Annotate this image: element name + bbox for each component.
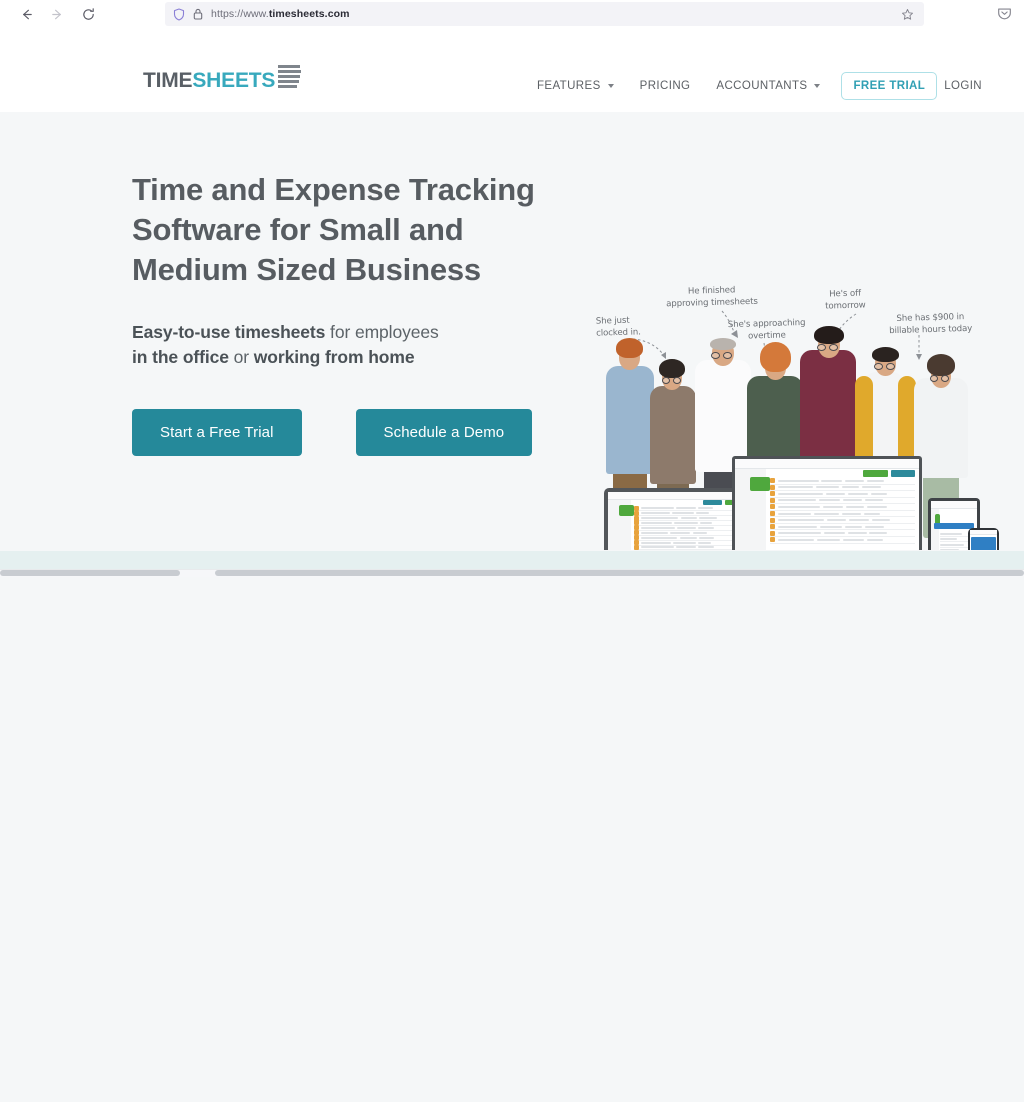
nav-item-pricing-label: PRICING — [639, 80, 691, 92]
star-icon[interactable] — [901, 8, 914, 21]
site-logo[interactable]: TIMESHEETS — [143, 64, 302, 91]
annotation-off-tomorrow: He's off tomorrow — [825, 288, 866, 312]
hero-subheadline: Easy-to-use timesheets for employees in … — [132, 320, 562, 370]
logo-text: TIMESHEETS — [143, 70, 275, 91]
timer-widget — [749, 476, 770, 492]
pocket-icon[interactable] — [997, 6, 1012, 21]
url-prefix: https://www. — [211, 8, 269, 20]
login-link[interactable]: LOGIN — [944, 80, 984, 92]
free-trial-button[interactable]: FREE TRIAL — [841, 72, 938, 100]
monitor-screen — [732, 456, 922, 550]
forward-arrow-icon[interactable] — [49, 6, 66, 23]
subhead-bold-1: Easy-to-use timesheets — [132, 322, 326, 342]
primary-navigation: FEATURES PRICING ACCOUNTANTS FREE TRIAL … — [524, 72, 984, 100]
chevron-down-icon — [814, 84, 821, 88]
subhead-plain-2: or — [228, 347, 254, 367]
timer-widget — [619, 505, 635, 517]
lock-icon[interactable] — [193, 8, 203, 20]
nav-item-pricing[interactable]: PRICING — [627, 80, 704, 92]
nav-item-accountants[interactable]: ACCOUNTANTS — [703, 80, 833, 92]
app-action-chips — [770, 470, 916, 477]
next-section-background — [0, 550, 1024, 1102]
stacked-paper-icon — [278, 64, 302, 94]
app-action-chips — [634, 500, 744, 506]
logo-text-sheets: SHEETS — [192, 69, 276, 92]
laptop-screen — [604, 488, 750, 550]
mint-section-band — [0, 551, 1024, 571]
app-topbar — [970, 530, 997, 535]
nav-item-accountants-label: ACCOUNTANTS — [716, 80, 808, 92]
app-topbar — [735, 459, 919, 470]
phone-app-ui — [970, 530, 997, 550]
annotation-approving-timesheets: He finished approving timesheets — [666, 285, 758, 309]
app-data-table — [769, 478, 916, 550]
reload-icon[interactable] — [80, 6, 97, 23]
highlight-row — [933, 522, 975, 529]
nav-item-features[interactable]: FEATURES — [524, 80, 627, 92]
browser-toolbar: https://www.timesheets.com — [0, 0, 1024, 28]
subhead-bold-3: working from home — [253, 347, 415, 367]
desktop-monitor-mockup — [732, 456, 922, 550]
url-text[interactable]: https://www.timesheets.com — [211, 8, 893, 20]
phone-mockup — [968, 528, 999, 550]
hero-copy: Time and Expense Tracking Software for S… — [132, 170, 562, 456]
scrollbar-thumb-left[interactable] — [0, 570, 180, 576]
laptop-mockup — [604, 488, 750, 550]
device-mockups — [590, 456, 999, 550]
chevron-down-icon — [607, 84, 614, 88]
mobile-header-panel — [971, 536, 996, 550]
hero-illustration: She just clocked in. He finished approvi… — [580, 164, 1000, 550]
site-header: TIMESHEETS FEATURES PRICING ACCOUNTANTS … — [0, 28, 1024, 142]
back-arrow-icon[interactable] — [18, 6, 35, 23]
app-topbar — [931, 501, 977, 509]
url-domain: timesheets.com — [268, 8, 350, 20]
start-free-trial-button[interactable]: Start a Free Trial — [132, 409, 302, 456]
scrollbar-thumb-right[interactable] — [215, 570, 1024, 576]
shield-icon[interactable] — [173, 7, 185, 21]
hero-section: Time and Expense Tracking Software for S… — [0, 112, 1024, 550]
address-bar[interactable]: https://www.timesheets.com — [165, 2, 924, 26]
schedule-demo-button[interactable]: Schedule a Demo — [355, 409, 533, 456]
subhead-bold-2: in the office — [132, 347, 229, 367]
app-data-table — [634, 505, 744, 550]
laptop-app-ui — [608, 492, 746, 550]
app-topbar — [608, 492, 746, 500]
logo-text-time: TIME — [143, 69, 193, 92]
horizontal-scrollbar[interactable] — [0, 569, 1024, 577]
nav-item-features-label: FEATURES — [536, 80, 601, 92]
subhead-plain-1: for employees — [325, 322, 439, 342]
browser-nav-buttons — [10, 6, 97, 23]
hero-cta-row: Start a Free Trial Schedule a Demo — [132, 409, 562, 456]
monitor-app-ui — [735, 459, 919, 550]
page-title: Time and Expense Tracking Software for S… — [132, 172, 535, 287]
